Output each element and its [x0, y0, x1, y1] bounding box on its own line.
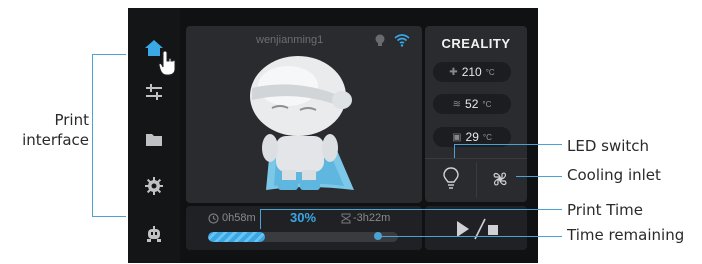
- printer-screen: wenjianming1 CREALITY ✚ 210 °C ≋ 52 °C ▣…: [128, 8, 538, 263]
- led-switch-annotation: LED switch: [567, 137, 650, 155]
- sidebar-item-device[interactable]: [142, 222, 166, 246]
- bed-temp[interactable]: ≋ 52 °C: [433, 94, 511, 114]
- print-time-line-h: [260, 209, 562, 210]
- chamber-icon: ▣: [452, 131, 462, 143]
- creality-logo: CREALITY: [441, 36, 511, 51]
- fan-line: [516, 176, 562, 177]
- bulb-status-icon: [375, 34, 385, 46]
- sidebar-item-settings[interactable]: [142, 174, 166, 198]
- elapsed-time: 0h58m: [222, 212, 256, 224]
- chamber-temp-unit: °C: [482, 132, 492, 142]
- sidebar: [128, 8, 180, 263]
- bracket-vertical: [92, 54, 93, 216]
- time-remaining-annotation: Time remaining: [567, 226, 685, 244]
- model-preview-image: [250, 56, 354, 190]
- bed-temp-unit: °C: [482, 99, 492, 109]
- bed-icon: ≋: [452, 98, 462, 110]
- time-remaining-dot: [374, 232, 382, 240]
- chamber-temp-value: 29: [465, 130, 479, 144]
- led-switch-bulb-icon[interactable]: [443, 167, 459, 189]
- bracket-bottom: [92, 216, 126, 217]
- print-interface-annotation: Print interface: [22, 111, 89, 149]
- username-label: wenjianming1: [256, 34, 324, 46]
- nozzle-temp-value: 210: [461, 65, 482, 79]
- print-preview-panel: wenjianming1: [186, 26, 422, 203]
- nozzle-temp[interactable]: ✚ 210 °C: [433, 62, 511, 82]
- bed-temp-value: 52: [465, 97, 479, 111]
- fan-icon[interactable]: [491, 170, 509, 188]
- divider-h: [425, 158, 527, 159]
- nozzle-temp-unit: °C: [485, 67, 495, 77]
- cooling-inlet-annotation: Cooling inlet: [567, 166, 661, 184]
- bracket-top: [92, 54, 126, 55]
- sidebar-item-files[interactable]: [142, 128, 166, 152]
- wifi-icon: [394, 34, 410, 47]
- print-time-line-v: [260, 209, 261, 229]
- progress-panel: 0h58m 30% -3h22m: [186, 206, 422, 250]
- robot-icon: [147, 226, 161, 242]
- nozzle-icon: ✚: [449, 66, 458, 78]
- status-panel: CREALITY ✚ 210 °C ≋ 52 °C ▣ 29 °C: [425, 26, 527, 202]
- sidebar-item-settings-sliders[interactable]: [142, 80, 166, 104]
- led-line-v: [454, 144, 455, 158]
- time-remaining-line: [378, 236, 562, 237]
- progress-percent: 30%: [290, 210, 317, 225]
- gear-icon: [145, 177, 163, 195]
- clock-icon: [208, 213, 219, 224]
- sliders-icon: [146, 84, 162, 100]
- folder-icon: [146, 134, 162, 146]
- divider-v: [476, 162, 477, 198]
- led-line-h: [454, 144, 562, 145]
- progress-fill: [208, 232, 265, 242]
- print-time-annotation: Print Time: [567, 201, 643, 219]
- progress-track: [208, 232, 398, 242]
- remaining-time: -3h22m: [353, 212, 391, 224]
- hand-cursor-icon: [158, 50, 176, 76]
- print-control-panel: [425, 206, 527, 250]
- hourglass-icon: [341, 213, 351, 224]
